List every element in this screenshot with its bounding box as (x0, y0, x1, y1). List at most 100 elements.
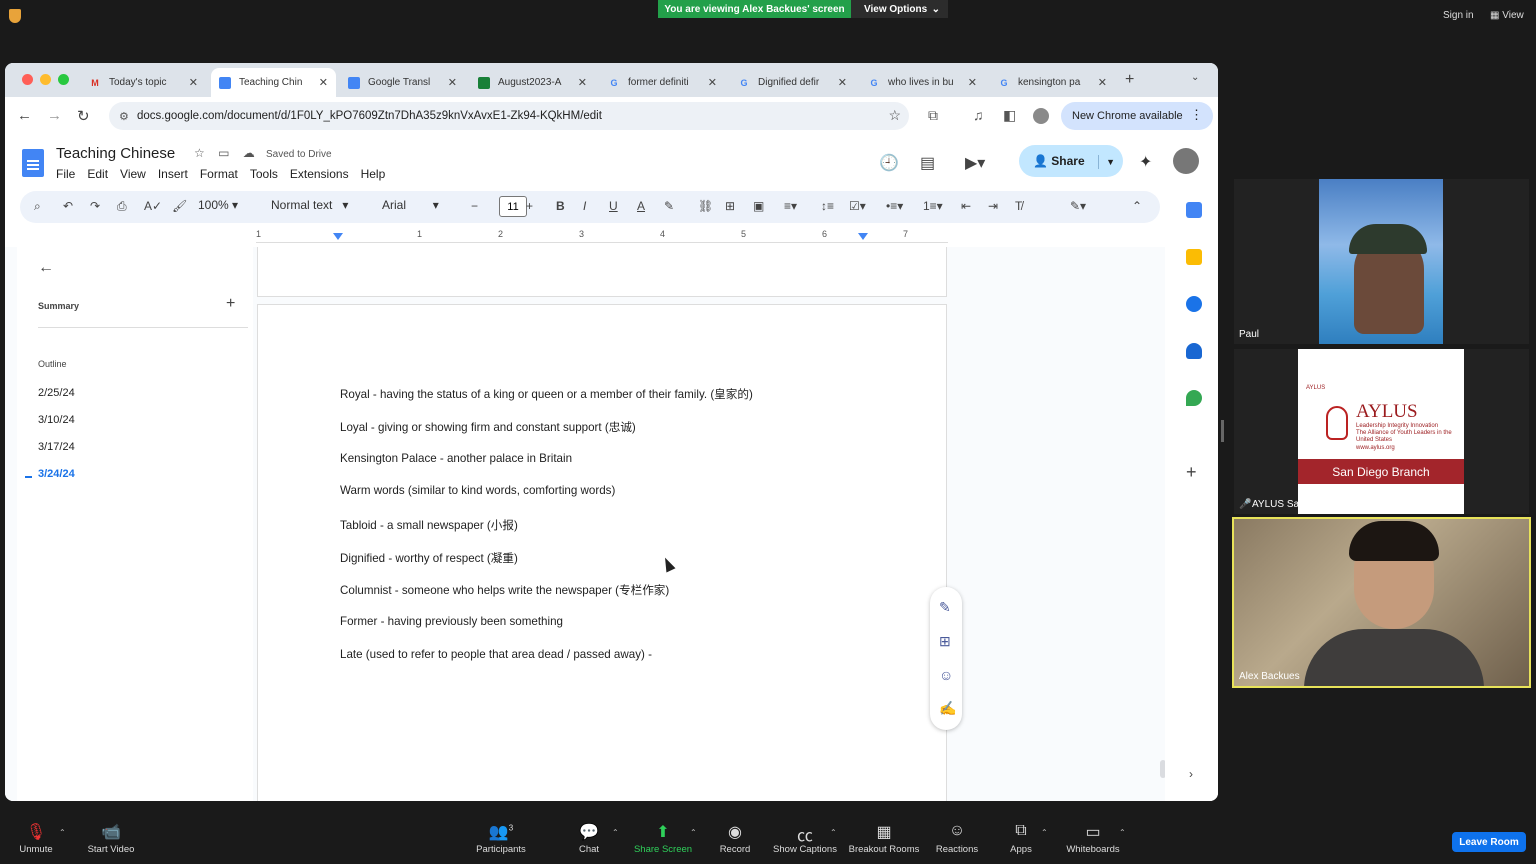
clear-formatting-icon[interactable]: T̸ (1015, 199, 1022, 213)
chat-options-chevron-icon[interactable]: ⌃ (612, 828, 619, 837)
side-panel-icon[interactable]: ◧ (1003, 107, 1016, 124)
search-menus-icon[interactable]: ⌕ (34, 199, 41, 214)
menu-edit[interactable]: Edit (87, 167, 108, 181)
undo-icon[interactable]: ↶ (63, 199, 73, 213)
site-info-icon[interactable]: ⚙ (119, 110, 129, 123)
maximize-window-icon[interactable] (58, 74, 69, 85)
underline-icon[interactable]: U (609, 199, 618, 213)
reload-icon[interactable]: ↻ (77, 107, 90, 125)
close-tab-icon[interactable]: ✕ (838, 76, 847, 89)
chat-button[interactable]: 💬 Chat (570, 812, 608, 864)
doc-line-royal[interactable]: Royal - having the status of a king or q… (340, 386, 753, 402)
share-options-chevron-icon[interactable]: ⌃ (690, 828, 697, 837)
increase-indent-icon[interactable]: ⇥ (988, 199, 998, 213)
emoji-reaction-icon[interactable]: ☺ (939, 667, 953, 683)
redo-icon[interactable]: ↷ (90, 199, 100, 213)
increase-font-icon[interactable]: + (526, 199, 533, 213)
italic-icon[interactable]: I (583, 199, 586, 213)
outline-item-2-25-24[interactable]: 2/25/24 (38, 387, 75, 399)
highlight-icon[interactable]: ✎ (664, 199, 674, 213)
move-folder-icon[interactable]: ▭ (218, 146, 229, 160)
doc-line-loyal[interactable]: Loyal - giving or showing firm and const… (340, 419, 636, 435)
new-chrome-available-button[interactable]: New Chrome available ⋮ (1061, 102, 1213, 130)
close-tab-icon[interactable]: ✕ (448, 76, 457, 89)
apps-options-chevron-icon[interactable]: ⌃ (1041, 828, 1048, 837)
leave-room-button[interactable]: Leave Room (1452, 832, 1526, 852)
back-arrow-icon[interactable]: ← (17, 107, 32, 124)
media-controls-icon[interactable]: ♫ (973, 107, 984, 123)
close-tab-icon[interactable]: ✕ (578, 76, 587, 89)
participant-tile-aylus[interactable]: AYLUS AYLUS Leadership Integrity Innovat… (1234, 349, 1529, 514)
menu-file[interactable]: File (56, 167, 75, 181)
view-menu-button[interactable]: ▦ View (1490, 10, 1524, 21)
close-tab-icon[interactable]: ✕ (708, 76, 717, 89)
meet-camera-icon[interactable]: ▶▾ (965, 153, 985, 173)
start-video-button[interactable]: 📹 Start Video (82, 812, 140, 864)
line-spacing-icon[interactable]: ↕≡ (821, 199, 834, 213)
keep-icon[interactable] (1186, 249, 1202, 265)
minimize-window-icon[interactable] (40, 74, 51, 85)
bold-icon[interactable]: B (556, 199, 565, 213)
maps-icon[interactable] (1186, 390, 1202, 406)
docs-logo-icon[interactable] (22, 149, 44, 177)
style-select[interactable]: Normal text ▾ (271, 198, 348, 212)
participant-tile-alex-active-speaker[interactable]: Alex Backues (1232, 517, 1531, 688)
link-icon[interactable]: ⛓ (698, 199, 713, 213)
back-arrow-icon[interactable]: ← (38, 259, 54, 277)
text-color-icon[interactable]: A (637, 199, 645, 213)
tab-kensington[interactable]: G kensington pa ✕ (990, 68, 1115, 97)
reactions-button[interactable]: ☺ Reactions (934, 812, 980, 864)
add-summary-plus-icon[interactable]: + (226, 295, 235, 313)
bookmark-star-icon[interactable]: ☆ (888, 107, 901, 124)
suggest-edits-icon[interactable]: ✍ (939, 700, 956, 717)
apps-button[interactable]: ⧉ Apps (1006, 812, 1036, 864)
outline-item-3-24-24[interactable]: 3/24/24 (38, 468, 75, 480)
menu-help[interactable]: Help (361, 167, 386, 181)
chevron-right-icon[interactable]: › (1189, 767, 1193, 781)
document-page[interactable]: Royal - having the status of a king or q… (257, 304, 947, 801)
doc-line-tabloid[interactable]: Tabloid - a small newspaper (小报) (340, 517, 518, 533)
close-tab-icon[interactable]: ✕ (189, 76, 198, 89)
breakout-rooms-button[interactable]: ▦ Breakout Rooms (848, 812, 920, 864)
editing-mode-icon[interactable]: ✎▾ (1070, 199, 1086, 213)
close-tab-icon[interactable]: ✕ (968, 76, 977, 89)
tab-google-translate[interactable]: Google Transl ✕ (340, 68, 465, 97)
doc-line-former[interactable]: Former - having previously been somethin… (340, 615, 563, 628)
document-title[interactable]: Teaching Chinese (56, 145, 175, 162)
share-button[interactable]: 👤 Share ▼ (1019, 145, 1123, 177)
align-icon[interactable]: ≡▾ (784, 199, 797, 213)
audio-options-chevron-icon[interactable]: ⌃ (59, 828, 66, 837)
tab-who-lives-in[interactable]: G who lives in bu ✕ (860, 68, 985, 97)
calendar-icon[interactable] (1186, 202, 1202, 218)
doc-line-dignified[interactable]: Dignified - worthy of respect (凝重) (340, 550, 518, 566)
panel-resize-handle[interactable] (1221, 420, 1224, 442)
star-icon[interactable]: ☆ (194, 146, 205, 160)
show-captions-button[interactable]: ㏄ Show Captions (771, 812, 839, 864)
tab-todays-topic[interactable]: M Today's topic ✕ (81, 68, 206, 97)
add-comment-icon[interactable]: ⊞ (725, 199, 735, 213)
tab-teaching-chinese[interactable]: Teaching Chin ✕ (211, 68, 336, 97)
profile-avatar-icon[interactable] (1033, 108, 1049, 124)
menu-format[interactable]: Format (200, 167, 238, 181)
font-select[interactable]: Arial ▾ (382, 198, 439, 212)
security-shield-icon[interactable] (9, 9, 21, 23)
decrease-indent-icon[interactable]: ⇤ (961, 199, 971, 213)
menu-view[interactable]: View (120, 167, 146, 181)
menu-extensions[interactable]: Extensions (290, 167, 349, 181)
participant-tile-paul[interactable]: Paul (1234, 179, 1529, 344)
tab-august2023[interactable]: August2023-A ✕ (470, 68, 595, 97)
outline-item-3-10-24[interactable]: 3/10/24 (38, 414, 75, 426)
collapse-toolbar-chevron-icon[interactable]: ⌃ (1132, 199, 1142, 213)
version-history-icon[interactable]: 🕘 (879, 153, 899, 173)
url-bar[interactable]: ⚙ docs.google.com/document/d/1F0LY_kPO76… (109, 102, 909, 130)
get-addons-plus-icon[interactable]: + (1186, 462, 1197, 483)
whiteboard-options-chevron-icon[interactable]: ⌃ (1119, 828, 1126, 837)
sign-in-link[interactable]: Sign in (1443, 10, 1474, 21)
gemini-sparkle-icon[interactable]: ✦ (1139, 152, 1152, 172)
kebab-menu-icon[interactable]: ⋮ (1190, 107, 1203, 123)
decrease-font-icon[interactable]: − (471, 199, 478, 213)
zoom-select[interactable]: 100% ▾ (198, 198, 238, 212)
doc-line-warm-words[interactable]: Warm words (similar to kind words, comfo… (340, 484, 615, 497)
bulleted-list-icon[interactable]: •≡▾ (886, 199, 903, 213)
record-button[interactable]: ◉ Record (714, 812, 756, 864)
